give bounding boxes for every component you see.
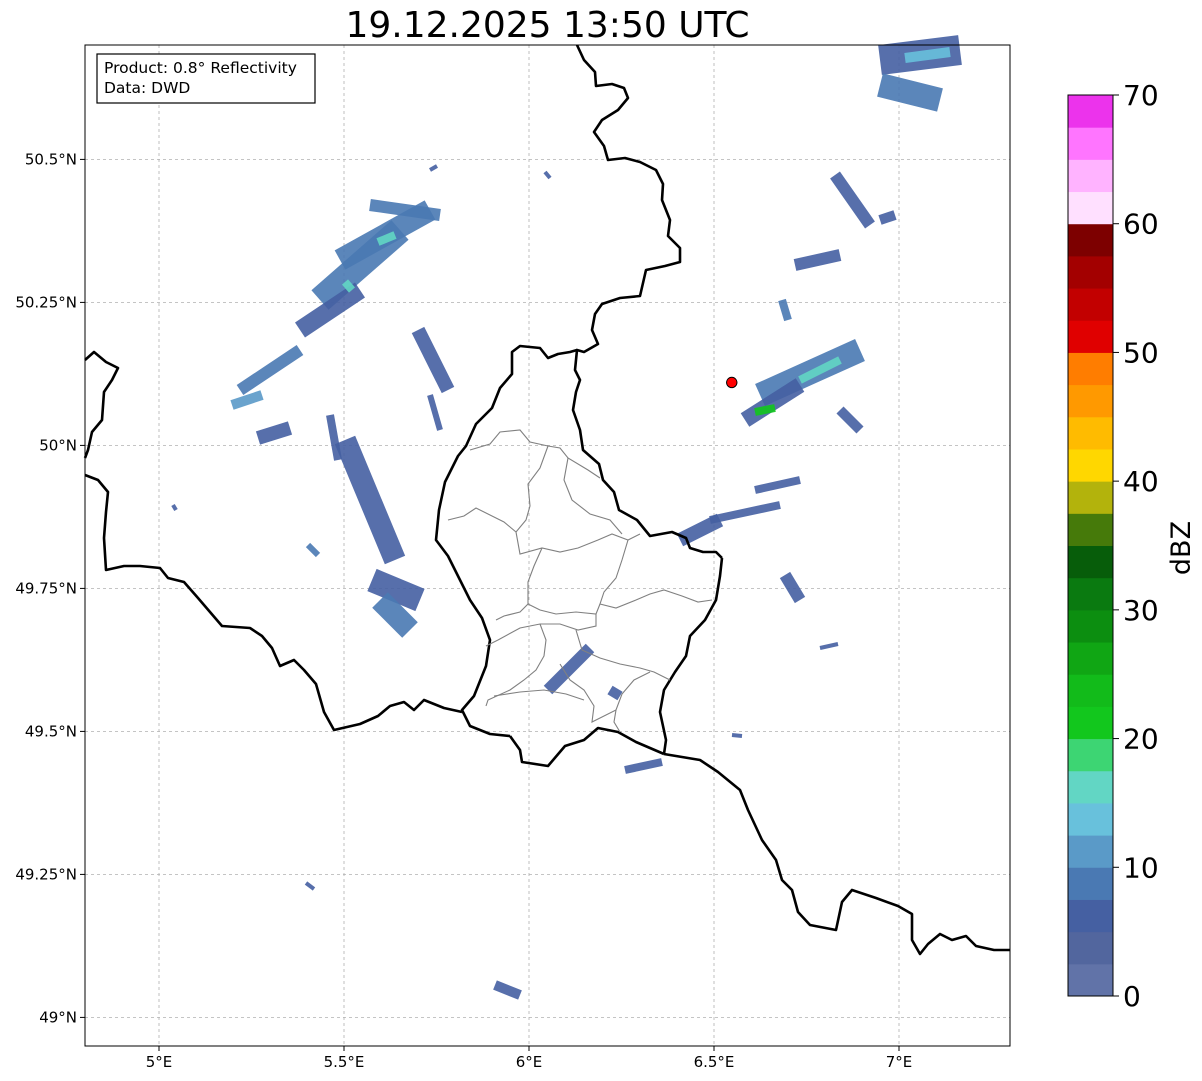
colorbar-band — [1068, 706, 1113, 740]
colorbar-tick-label: 0 — [1123, 980, 1141, 1013]
colorbar: 0 10 20 30 40 50 60 70 dBZ — [1067, 79, 1197, 1013]
colorbar-band — [1068, 95, 1113, 128]
colorbar-bands — [1068, 95, 1113, 997]
colorbar-tick-label: 60 — [1123, 208, 1159, 241]
colorbar-band — [1068, 577, 1113, 611]
colorbar-band — [1068, 835, 1113, 868]
colorbar-band — [1068, 416, 1113, 450]
colorbar-band — [1068, 609, 1113, 643]
colorbar-band — [1068, 931, 1113, 965]
colorbar-band — [1068, 127, 1113, 160]
colorbar-band — [1068, 320, 1113, 353]
colorbar-band — [1068, 448, 1113, 482]
colorbar-band — [1068, 288, 1113, 321]
colorbar-band — [1068, 642, 1113, 675]
colorbar-band — [1068, 867, 1113, 900]
colorbar-band — [1068, 802, 1113, 836]
colorbar-tick-label: 10 — [1123, 851, 1159, 884]
colorbar-tick-label: 50 — [1123, 336, 1159, 369]
colorbar-band — [1068, 384, 1113, 418]
colorbar-band — [1068, 255, 1113, 289]
colorbar-band — [1068, 899, 1113, 933]
colorbar-band — [1068, 770, 1113, 804]
colorbar-band — [1068, 738, 1113, 772]
colorbar-band — [1068, 191, 1113, 225]
colorbar-band — [1068, 159, 1113, 193]
colorbar-tick-label: 70 — [1123, 79, 1159, 112]
colorbar-ticks: 0 10 20 30 40 50 60 70 — [1113, 79, 1159, 1013]
colorbar-band — [1068, 352, 1113, 386]
colorbar-band — [1068, 513, 1113, 546]
colorbar-tick-label: 30 — [1123, 594, 1159, 627]
colorbar-band — [1068, 674, 1113, 707]
colorbar-band — [1068, 545, 1113, 579]
colorbar-label: dBZ — [1166, 521, 1197, 575]
colorbar-band — [1068, 481, 1113, 514]
colorbar-band — [1068, 963, 1113, 997]
colorbar-band — [1068, 223, 1113, 257]
colorbar-tick-label: 20 — [1123, 723, 1159, 756]
colorbar-tick-label: 40 — [1123, 465, 1159, 498]
